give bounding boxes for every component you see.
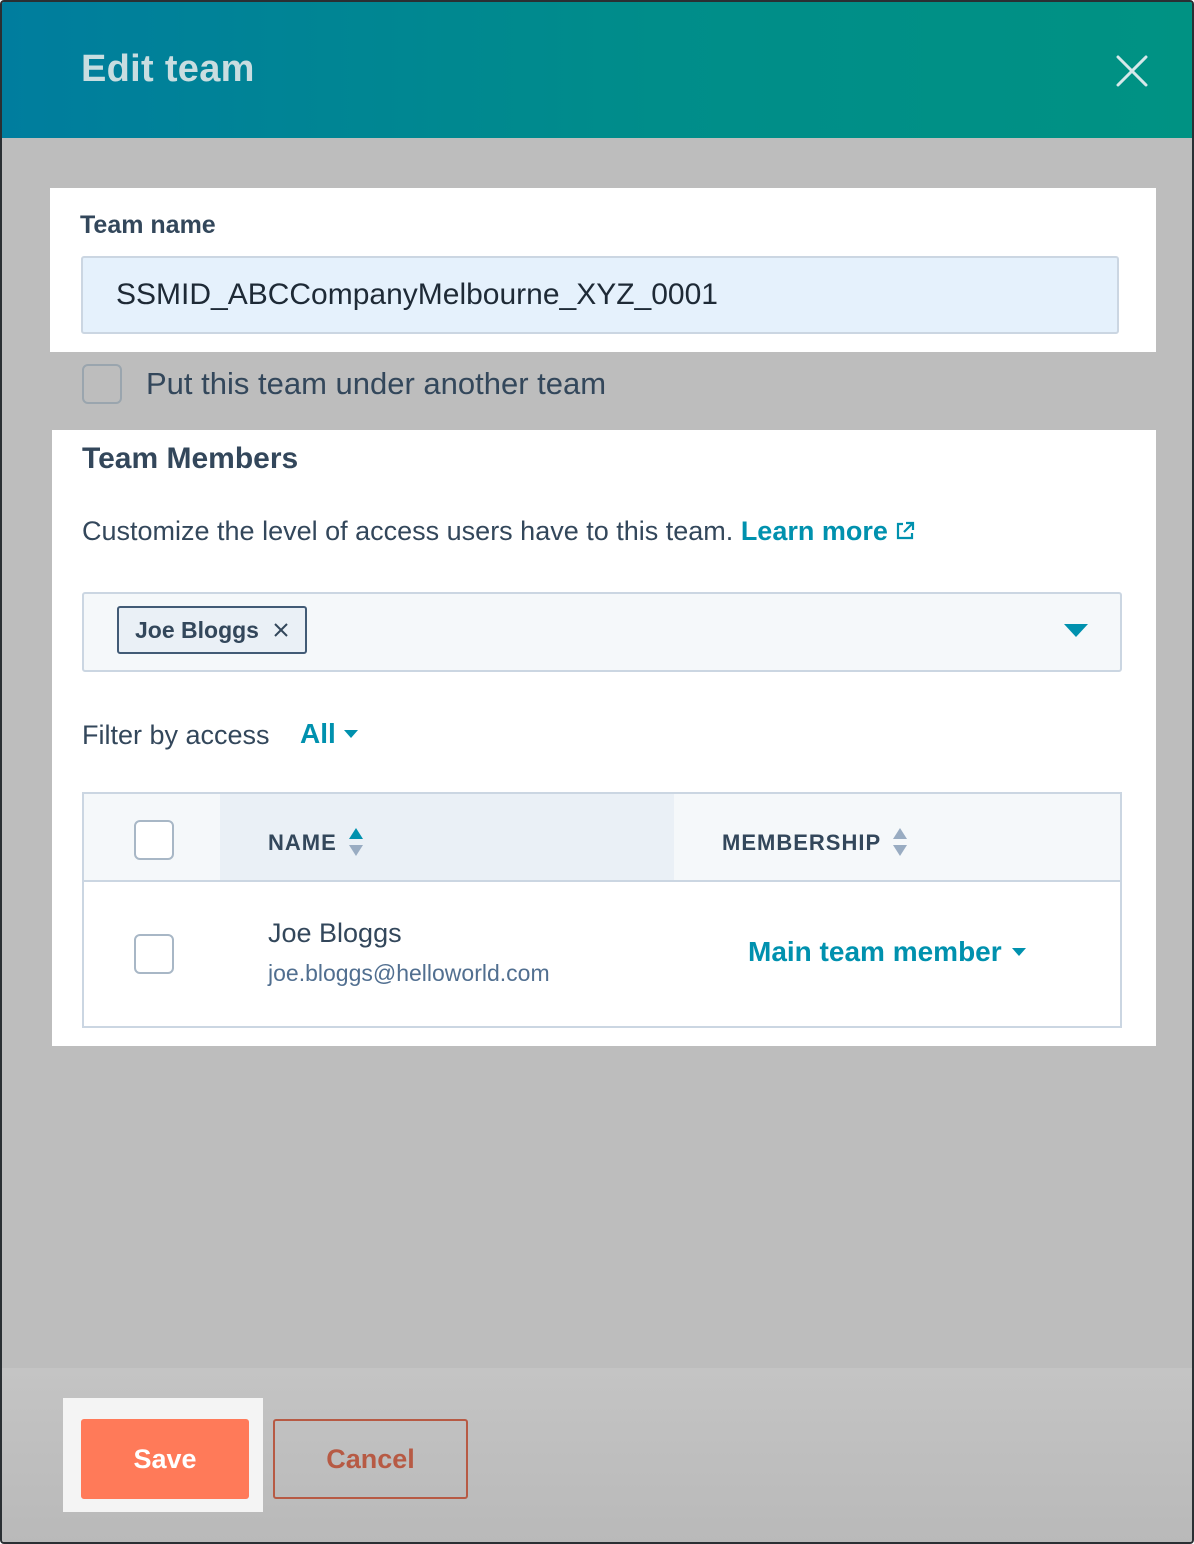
team-name-panel: Team name xyxy=(50,188,1156,352)
dialog-header: Edit team xyxy=(2,2,1192,138)
team-name-label: Team name xyxy=(80,211,216,239)
subteam-checkbox[interactable] xyxy=(82,364,122,404)
members-table: NAME MEMBERSHIP Joe Bloggs joe.bloggs@he… xyxy=(82,792,1122,1028)
cancel-button[interactable]: Cancel xyxy=(273,1419,468,1499)
tag-remove-icon[interactable] xyxy=(273,622,289,638)
membership-column-header[interactable]: MEMBERSHIP xyxy=(722,828,908,858)
caret-down-icon xyxy=(343,730,358,738)
external-link-icon xyxy=(896,521,914,540)
close-icon[interactable] xyxy=(1113,52,1151,90)
team-members-description: Customize the level of access users have… xyxy=(82,516,916,547)
membership-dropdown[interactable]: Main team member xyxy=(748,936,1026,968)
members-multiselect[interactable]: Joe Bloggs xyxy=(82,592,1122,672)
subteam-label: Put this team under another team xyxy=(146,366,607,401)
name-column-header[interactable]: NAME xyxy=(268,828,363,858)
membership-column-label: MEMBERSHIP xyxy=(722,830,882,855)
member-email: joe.bloggs@helloworld.com xyxy=(268,960,550,986)
name-column-label: NAME xyxy=(268,830,337,855)
save-button[interactable]: Save xyxy=(81,1419,249,1499)
learn-more-label: Learn more xyxy=(740,516,888,546)
sort-icon xyxy=(893,828,908,856)
table-header: NAME MEMBERSHIP xyxy=(84,794,1120,882)
member-tag-label: Joe Bloggs xyxy=(135,616,259,643)
dialog-title: Edit team xyxy=(81,48,255,90)
description-text: Customize the level of access users have… xyxy=(82,516,734,546)
caret-down-icon xyxy=(1011,948,1026,956)
select-all-checkbox[interactable] xyxy=(134,820,174,860)
caret-down-icon[interactable] xyxy=(1064,624,1088,638)
team-members-panel: Team Members Customize the level of acce… xyxy=(52,430,1156,1046)
team-name-input[interactable] xyxy=(81,256,1119,334)
learn-more-link[interactable]: Learn more xyxy=(741,516,916,546)
filter-by-access-label: Filter by access xyxy=(82,720,270,750)
filter-access-dropdown[interactable]: All xyxy=(300,718,358,750)
member-name: Joe Bloggs xyxy=(268,918,402,948)
edit-team-dialog: Edit team Team name Put this team under … xyxy=(0,0,1194,1544)
sort-icon xyxy=(348,828,363,856)
row-checkbox[interactable] xyxy=(134,934,174,974)
member-tag: Joe Bloggs xyxy=(117,606,307,654)
membership-value: Main team member xyxy=(748,936,1002,967)
filter-access-value: All xyxy=(300,718,336,749)
team-members-title: Team Members xyxy=(82,442,299,475)
